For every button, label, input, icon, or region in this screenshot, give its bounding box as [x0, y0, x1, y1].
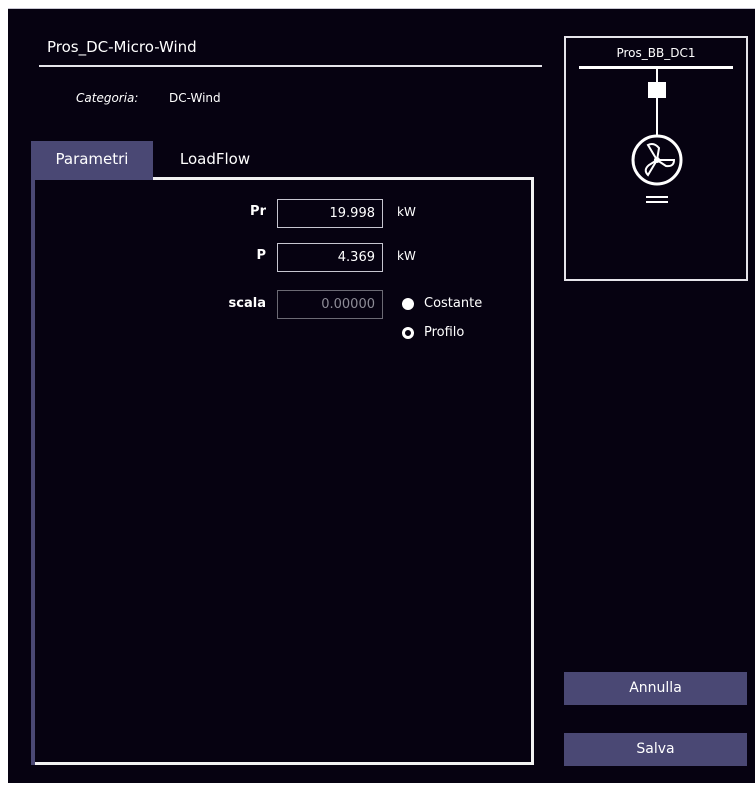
title-divider [39, 65, 542, 67]
tab-connector-top [31, 177, 153, 180]
radio-unselected-icon [402, 326, 414, 339]
dialog-top-border [8, 8, 755, 9]
category-value: DC-Wind [169, 91, 221, 105]
save-button[interactable]: Salva [564, 733, 747, 766]
wind-turbine-icon [579, 66, 733, 203]
tab-connector-strip [31, 177, 35, 765]
pr-unit: kW [397, 205, 416, 219]
radio-profilo[interactable]: Profilo [402, 325, 464, 340]
radio-selected-icon [402, 297, 414, 310]
pr-label: Pr [250, 204, 266, 219]
element-title: Pros_DC-Micro-Wind [47, 38, 197, 56]
category-label: Categoria: [76, 91, 139, 105]
p-label: P [256, 248, 266, 263]
p-input[interactable]: 4.369 [277, 243, 383, 272]
radio-costante[interactable]: Costante [402, 296, 482, 311]
p-unit: kW [397, 249, 416, 263]
cancel-button[interactable]: Annulla [564, 672, 747, 705]
pr-input[interactable]: 19.998 [277, 199, 383, 228]
radio-costante-label: Costante [424, 296, 483, 311]
scala-input: 0.00000 [277, 290, 383, 319]
scala-label: scala [228, 296, 266, 311]
tab-parametri[interactable]: Parametri [31, 141, 153, 177]
element-properties-dialog: Pros_DC-Micro-Wind Categoria: DC-Wind Pa… [8, 8, 755, 783]
tab-loadflow[interactable]: LoadFlow [157, 141, 273, 177]
single-line-diagram: Pros_BB_DC1 [564, 36, 748, 281]
radio-profilo-label: Profilo [424, 325, 465, 340]
parameters-panel: Pr 19.998 kW P 4.369 kW scala 0.00000 Co… [31, 177, 534, 765]
